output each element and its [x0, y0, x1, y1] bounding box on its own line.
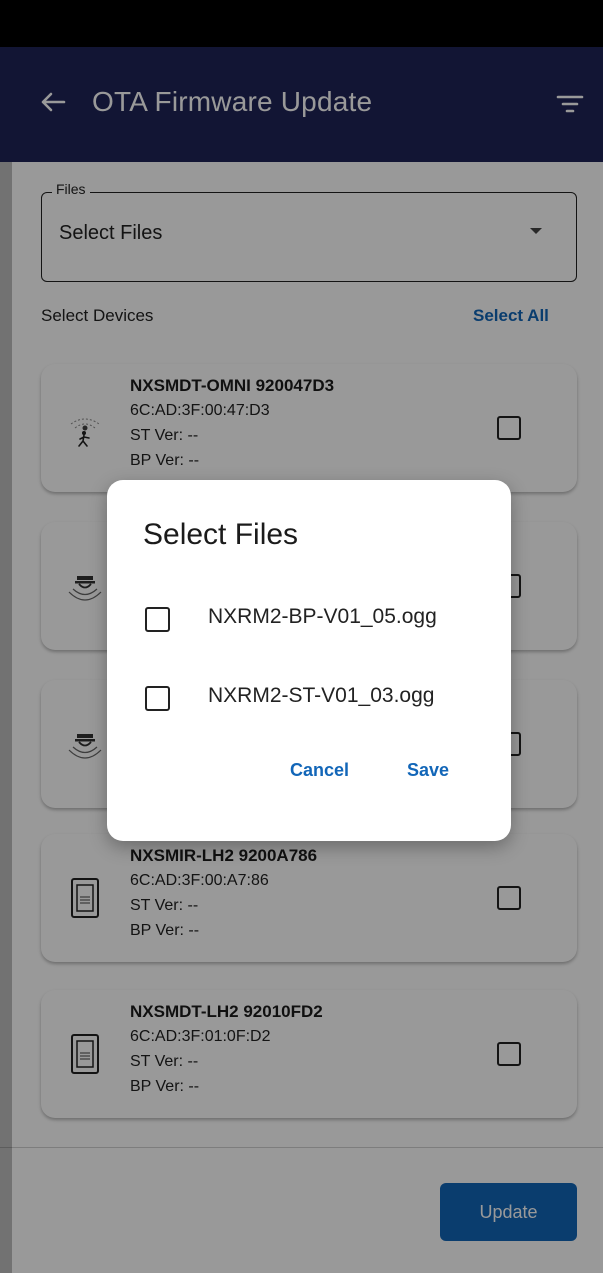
file-option-checkbox[interactable]	[145, 607, 170, 632]
file-option-checkbox[interactable]	[145, 686, 170, 711]
file-option-label[interactable]: NXRM2-ST-V01_03.ogg	[208, 684, 434, 708]
cancel-button[interactable]: Cancel	[290, 760, 349, 781]
dialog-title: Select Files	[143, 518, 299, 551]
left-edge-shade	[0, 162, 12, 1273]
select-files-dialog: Select Files NXRM2-BP-V01_05.ogg NXRM2-S…	[107, 480, 511, 841]
save-button[interactable]: Save	[407, 760, 449, 781]
file-option-label[interactable]: NXRM2-BP-V01_05.ogg	[208, 605, 437, 629]
